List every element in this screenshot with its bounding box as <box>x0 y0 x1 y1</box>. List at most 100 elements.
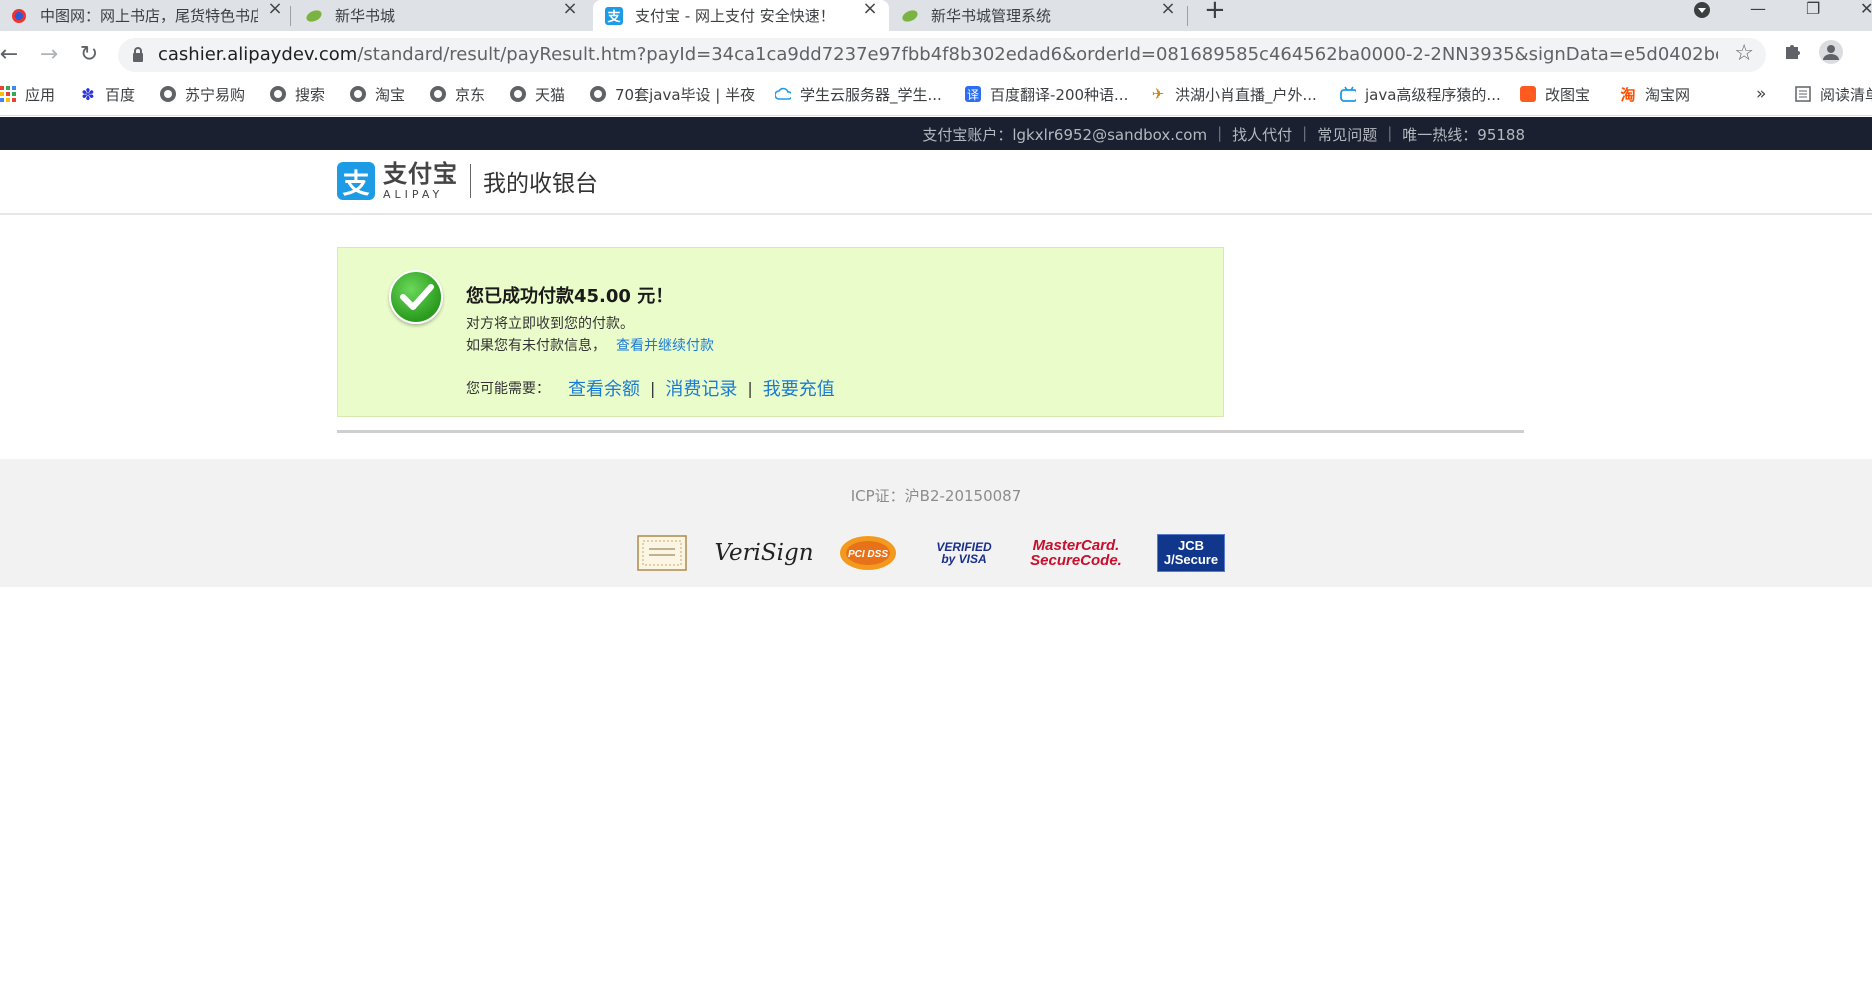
tab-close-icon[interactable]: × <box>266 0 284 18</box>
bookmark-label: java高级程序猿的... <box>1365 85 1501 104</box>
bookmark-taobao-net[interactable]: 淘 淘宝网 <box>1620 78 1690 110</box>
url-path: /standard/result/payResult.htm?payId=34c… <box>357 44 1718 65</box>
icp-license: ICP证：沪B2-20150087 <box>850 487 1022 505</box>
tab-title: 新华书城 <box>335 7 396 25</box>
spending-records-link[interactable]: 消费记录 <box>665 375 737 401</box>
tab-close-icon[interactable]: × <box>1159 0 1177 18</box>
restore-icon[interactable]: ❐ <box>1806 0 1820 18</box>
zhongtu-favicon-icon <box>10 7 28 25</box>
tab-xinhua-admin[interactable]: 新华书城管理系统 × <box>901 0 1191 31</box>
success-message: 您已成功付款45.00 元！ <box>466 286 674 307</box>
bookmark-apps[interactable]: 应用 <box>0 78 55 110</box>
gaitubao-icon <box>1520 86 1536 102</box>
minimize-icon[interactable]: — <box>1750 0 1766 18</box>
tab-title: 新华书城管理系统 <box>931 7 1052 25</box>
cashier-header: 支 支付宝 ALIPAY 我的收银台 <box>0 150 1872 215</box>
receive-notice: 对方将立即收到您的付款。 <box>466 316 634 332</box>
bookmark-baidu[interactable]: ✽ 百度 <box>80 78 135 110</box>
address-bar[interactable]: cashier.alipaydev.com/standard/result/pa… <box>118 38 1766 72</box>
account-info: 支付宝账户：lgkxlr6952@sandbox.com <box>922 126 1208 144</box>
faq-link[interactable]: 常见问题 <box>1317 124 1377 145</box>
bookmark-label: 洪湖小肖直播_户外... <box>1175 85 1317 104</box>
view-balance-link[interactable]: 查看余额 <box>568 375 640 401</box>
forward-icon[interactable]: → <box>34 39 64 69</box>
bookmark-label: 学生云服务器_学生... <box>800 85 942 104</box>
tab-zhongtu[interactable]: 中图网：网上书店，尾货特色书店 × <box>10 0 283 31</box>
reading-list-button[interactable]: 阅读清单 <box>1795 78 1872 110</box>
globe-icon <box>590 86 606 102</box>
bookmarks-bar: 应用 ✽ 百度 苏宁易购 搜索 淘宝 京东 天猫 70套java毕设 | 半夜 … <box>0 78 1872 116</box>
bookmark-search[interactable]: 搜索 <box>270 78 325 110</box>
bookmark-baidu-translate[interactable]: 译 百度翻译-200种语... <box>965 78 1128 110</box>
verified-by-visa-badge[interactable]: VERIFIED by VISA <box>932 534 996 572</box>
bookmark-label: 百度翻译-200种语... <box>990 85 1129 104</box>
bookmark-tmall[interactable]: 天猫 <box>510 78 565 110</box>
back-icon[interactable]: ← <box>0 39 24 69</box>
tab-close-icon[interactable]: × <box>861 0 879 18</box>
url-text[interactable]: cashier.alipaydev.com/standard/result/pa… <box>158 44 1718 65</box>
bookmark-label: 淘宝网 <box>1645 85 1691 104</box>
globe-icon <box>270 86 286 102</box>
logo-en-text: ALIPAY <box>383 188 444 201</box>
suggestions-row: 您可能需要： 查看余额 | 消费记录 | 我要充值 <box>466 375 835 401</box>
recharge-link[interactable]: 我要充值 <box>763 375 835 401</box>
reading-list-label: 阅读清单 <box>1820 85 1872 104</box>
extensions-icon[interactable] <box>1783 41 1803 65</box>
bookmark-label: 苏宁易购 <box>185 85 246 104</box>
tab-alipay[interactable]: 支 支付宝 - 网上支付 安全快速！ × <box>593 0 889 31</box>
content-divider <box>337 430 1524 433</box>
close-window-icon[interactable]: ✕ <box>1860 0 1872 18</box>
tab-title: 支付宝 - 网上支付 安全快速！ <box>635 7 835 25</box>
unpaid-notice: 如果您有未付款信息， 查看并继续付款 <box>466 335 714 355</box>
verisign-badge[interactable]: VeriSign <box>714 534 813 572</box>
bookmark-java-projects[interactable]: 70套java毕设 | 半夜 <box>590 78 755 110</box>
verisign-text: VeriSign <box>714 540 814 566</box>
mastercard-securecode-badge[interactable]: MasterCard. SecureCode. <box>1030 534 1122 572</box>
bookmark-suning[interactable]: 苏宁易购 <box>160 78 245 110</box>
bookmark-honghu-live[interactable]: ✈ 洪湖小肖直播_户外... <box>1150 78 1317 110</box>
pci-dss-text: PCI DSS <box>848 549 888 560</box>
find-pay-link[interactable]: 找人代付 <box>1232 124 1292 145</box>
continue-pay-link[interactable]: 查看并继续付款 <box>616 338 714 354</box>
browser-toolbar: ← → ↻ cashier.alipaydev.com/standard/res… <box>0 31 1872 78</box>
success-check-icon <box>389 270 443 324</box>
bookmark-student-cloud[interactable]: 学生云服务器_学生... <box>775 78 942 110</box>
pci-dss-badge[interactable]: PCI DSS <box>838 534 898 572</box>
bookmark-taobao[interactable]: 淘宝 <box>350 78 405 110</box>
leaf-favicon-icon <box>305 7 323 25</box>
hotline-text: 唯一热线：95188 <box>1402 126 1525 144</box>
globe-icon <box>510 86 526 102</box>
bookmark-label: 搜索 <box>295 85 326 104</box>
bookmarks-overflow-button[interactable]: » <box>1756 78 1766 110</box>
url-host: cashier.alipaydev.com <box>158 44 358 65</box>
bookmark-gaitubao[interactable]: 改图宝 <box>1520 78 1590 110</box>
page-footer: ICP证：沪B2-20150087 VeriSign PCI DSS VERIF… <box>0 459 1872 587</box>
visa-text: VERIFIED by VISA <box>936 540 992 566</box>
globe-icon <box>430 86 446 102</box>
apps-grid-icon <box>0 86 16 102</box>
bookmark-star-icon[interactable]: ☆ <box>1734 41 1754 66</box>
tab-close-icon[interactable]: × <box>561 0 579 18</box>
bookmark-label: 淘宝 <box>375 85 406 104</box>
translate-icon: 译 <box>965 86 981 102</box>
jcb-text: JCB J/Secure <box>1163 537 1219 567</box>
alipay-logo-icon: 支 <box>337 162 375 200</box>
alipay-logo[interactable]: 支 支付宝 ALIPAY 我的收银台 <box>337 162 598 200</box>
security-cert-badge-icon[interactable] <box>637 534 687 572</box>
cloud-icon <box>775 86 791 102</box>
bookmark-java-senior[interactable]: java高级程序猿的... <box>1340 78 1501 110</box>
profile-avatar-icon[interactable] <box>1818 39 1844 69</box>
tab-search-icon[interactable] <box>1693 1 1711 23</box>
alipay-top-bar: 支付宝账户：lgkxlr6952@sandbox.com | 找人代付 | 常见… <box>0 117 1872 150</box>
taobao-icon: 淘 <box>1620 85 1636 104</box>
tab-xinhua[interactable]: 新华书城 × <box>305 0 585 31</box>
baidu-paw-icon: ✽ <box>81 84 95 104</box>
reload-icon[interactable]: ↻ <box>74 39 104 69</box>
alipay-favicon-icon: 支 <box>605 6 623 25</box>
jcb-jsecure-badge[interactable]: JCB J/Secure <box>1157 534 1225 572</box>
bookmark-jd[interactable]: 京东 <box>430 78 485 110</box>
bookmark-label: 70套java毕设 | 半夜 <box>615 85 756 104</box>
bookmark-label: 百度 <box>105 85 136 104</box>
new-tab-icon[interactable]: + <box>1204 0 1226 23</box>
globe-icon <box>350 86 366 102</box>
